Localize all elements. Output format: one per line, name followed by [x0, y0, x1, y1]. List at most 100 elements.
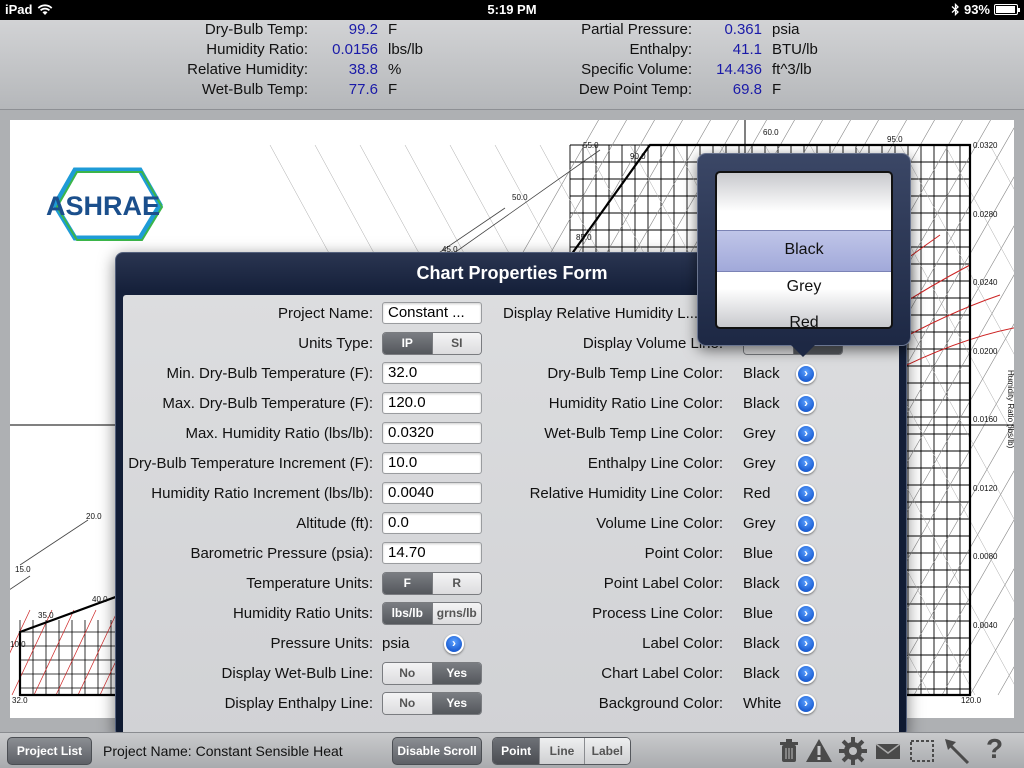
- min-dry-bulb-field[interactable]: 32.0: [382, 362, 482, 384]
- display-enthalpy-segmented-control[interactable]: No Yes: [382, 692, 482, 715]
- help-icon[interactable]: ?: [986, 733, 1003, 765]
- project-list-button[interactable]: Project List: [7, 737, 92, 765]
- trash-icon[interactable]: [774, 736, 804, 766]
- field-label-dry-bulb-line-color: Dry-Bulb Temp Line Color:: [547, 365, 723, 382]
- units-type-ip-segment[interactable]: IP: [383, 333, 432, 354]
- dry-bulb-line-color-disclosure-icon[interactable]: ›: [796, 364, 816, 384]
- humidity-ratio-line-color-disclosure-icon[interactable]: ›: [796, 394, 816, 414]
- field-label-units-type: Units Type:: [298, 335, 373, 352]
- picker-option-red[interactable]: Red: [717, 314, 891, 327]
- pressure-units-disclosure-icon[interactable]: ›: [444, 634, 464, 654]
- enthalpy-line-color-disclosure-icon[interactable]: ›: [796, 454, 816, 474]
- humidity-axis-tick: 0.0080: [973, 552, 998, 561]
- relative-humidity-line: [33, 609, 75, 696]
- enthalpy-yes-segment[interactable]: Yes: [431, 693, 481, 714]
- chart-axis-label: 50.0: [512, 193, 528, 202]
- field-label-chart-label-color: Chart Label Color:: [601, 665, 723, 682]
- wet-bulb-line-color-disclosure-icon[interactable]: ›: [796, 424, 816, 444]
- units-type-segmented-control[interactable]: IP SI: [382, 332, 482, 355]
- dry-bulb-increment-field[interactable]: 10.0: [382, 452, 482, 474]
- point-label-color-disclosure-icon[interactable]: ›: [796, 574, 816, 594]
- readout-label: Enthalpy:: [629, 41, 692, 58]
- max-humidity-ratio-field[interactable]: 0.0320: [382, 422, 482, 444]
- mode-segmented-control[interactable]: Point Line Label: [492, 737, 631, 765]
- picker-option-grey[interactable]: Grey: [717, 278, 891, 296]
- readout-value: 69.8: [732, 81, 762, 98]
- readout-value: 77.6: [348, 81, 378, 98]
- readout-value: 38.8: [348, 61, 378, 78]
- temperature-units-segmented-control[interactable]: F R: [382, 572, 482, 595]
- field-label-enthalpy-line-color: Enthalpy Line Color:: [587, 455, 723, 472]
- process-line-color-disclosure-icon[interactable]: ›: [796, 604, 816, 624]
- field-label-point-label-color: Point Label Color:: [603, 575, 723, 592]
- field-label-barometric-pressure: Barometric Pressure (psia):: [190, 545, 373, 562]
- warning-icon[interactable]: [804, 736, 834, 766]
- chart-label-color-disclosure-icon[interactable]: ›: [796, 664, 816, 684]
- altitude-field[interactable]: 0.0: [382, 512, 482, 534]
- project-name-label: Project Name: Constant Sensible Heat: [103, 743, 343, 759]
- enthalpy-scale-line: [10, 575, 31, 590]
- bluetooth-icon: [951, 3, 959, 16]
- readout-value: 14.436: [716, 61, 762, 78]
- gear-icon[interactable]: [838, 736, 868, 766]
- chart-label-color-value: Black: [743, 665, 780, 682]
- readout-label: Dry-Bulb Temp:: [204, 21, 308, 38]
- wet-bulb-no-segment[interactable]: No: [383, 663, 432, 684]
- field-label-pressure-units: Pressure Units:: [270, 635, 373, 652]
- temperature-units-f-segment[interactable]: F: [383, 573, 432, 594]
- arrow-pointer-icon[interactable]: [942, 736, 972, 766]
- units-type-si-segment[interactable]: SI: [431, 333, 481, 354]
- background-color-value: White: [743, 695, 782, 712]
- readout-unit: F: [388, 21, 398, 38]
- select-region-icon[interactable]: [907, 736, 937, 766]
- psychrometric-readout-panel: Dry-Bulb Temp: 99.2 F Humidity Ratio: 0.…: [0, 20, 1024, 110]
- readout-label: Dew Point Temp:: [578, 81, 692, 98]
- readout-unit: lbs/lb: [388, 41, 424, 58]
- chart-axis-label: 40.0: [92, 595, 108, 604]
- popover-arrow: [791, 345, 815, 357]
- humidity-units-lbs-segment[interactable]: lbs/lb: [383, 603, 432, 624]
- volume-line-color-disclosure-icon[interactable]: ›: [796, 514, 816, 534]
- field-label-max-humidity-ratio: Max. Humidity Ratio (lbs/lb):: [185, 425, 373, 442]
- dry-bulb-line-color-value: Black: [743, 365, 780, 382]
- wet-bulb-yes-segment[interactable]: Yes: [431, 663, 481, 684]
- mode-point-segment[interactable]: Point: [493, 738, 540, 764]
- enthalpy-no-segment[interactable]: No: [383, 693, 432, 714]
- background-color-disclosure-icon[interactable]: ›: [796, 694, 816, 714]
- relative-humidity-line-color-disclosure-icon[interactable]: ›: [796, 484, 816, 504]
- temperature-units-r-segment[interactable]: R: [431, 573, 481, 594]
- clock: 5:19 PM: [487, 2, 537, 17]
- humidity-ratio-increment-field[interactable]: 0.0040: [382, 482, 482, 504]
- mode-label-segment[interactable]: Label: [583, 738, 630, 764]
- max-dry-bulb-field[interactable]: 120.0: [382, 392, 482, 414]
- chart-axis-label: 15.0: [15, 565, 31, 574]
- mode-line-segment[interactable]: Line: [539, 738, 584, 764]
- chart-axis-label: 10.0: [10, 640, 26, 649]
- mail-icon[interactable]: [873, 736, 903, 766]
- wet-bulb-line-color-value: Grey: [743, 425, 776, 442]
- humidity-axis-title: Humidity Ratio (lbs/lb): [1006, 370, 1014, 449]
- display-wet-bulb-segmented-control[interactable]: No Yes: [382, 662, 482, 685]
- field-label-humidity-ratio-line-color: Humidity Ratio Line Color:: [548, 395, 723, 412]
- color-picker-popover[interactable]: Black Grey Red: [697, 153, 911, 357]
- status-bar: iPad 5:19 PM 93%: [0, 0, 1024, 20]
- picker-option-black[interactable]: Black: [717, 241, 891, 259]
- humidity-axis-tick: 0.0160: [973, 415, 998, 424]
- barometric-pressure-field[interactable]: 14.70: [382, 542, 482, 564]
- field-label-label-color: Label Color:: [642, 635, 723, 652]
- readout-unit: psia: [772, 21, 800, 38]
- field-label-altitude: Altitude (ft):: [296, 515, 373, 532]
- field-label-wet-bulb-line-color: Wet-Bulb Temp Line Color:: [544, 425, 723, 442]
- readout-value: 41.1: [732, 41, 762, 58]
- relative-humidity-line-color-value: Red: [743, 485, 771, 502]
- humidity-axis-tick: 0.0280: [973, 210, 998, 219]
- color-picker-wheel[interactable]: Black Grey Red: [715, 171, 893, 329]
- project-name-field[interactable]: Constant ...: [382, 302, 482, 324]
- humidity-ratio-units-segmented-control[interactable]: lbs/lb grns/lb: [382, 602, 482, 625]
- readout-label: Humidity Ratio:: [206, 41, 308, 58]
- disable-scroll-button[interactable]: Disable Scroll: [392, 737, 482, 765]
- label-color-disclosure-icon[interactable]: ›: [796, 634, 816, 654]
- point-color-disclosure-icon[interactable]: ›: [796, 544, 816, 564]
- humidity-units-grns-segment[interactable]: grns/lb: [431, 603, 481, 624]
- humidity-axis-tick: 0.0240: [973, 278, 998, 287]
